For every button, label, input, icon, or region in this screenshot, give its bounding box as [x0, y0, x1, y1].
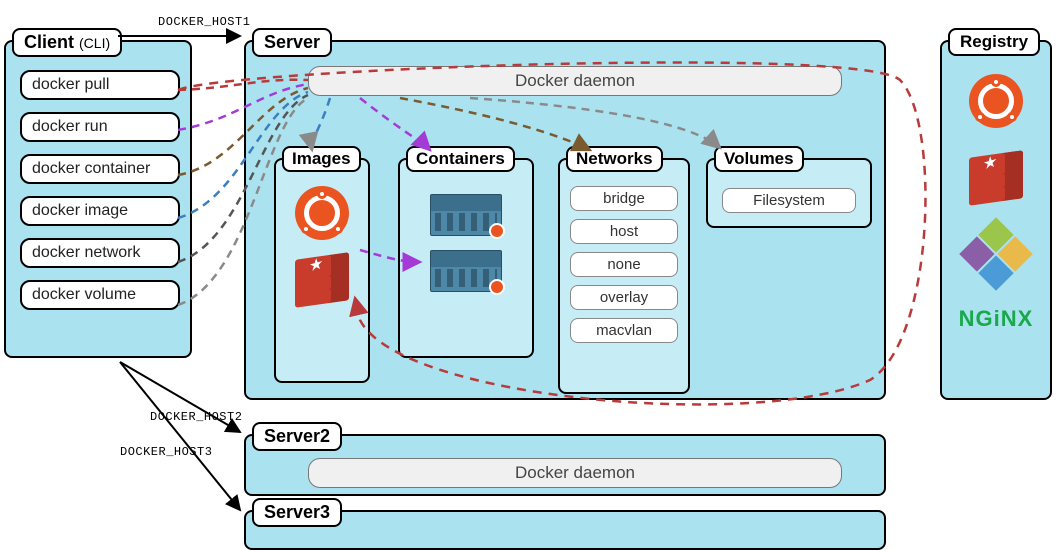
images-title: Images [282, 146, 361, 172]
docker-daemon-bar-2: Docker daemon [308, 458, 842, 488]
docker-daemon-bar: Docker daemon [308, 66, 842, 96]
containers-section: Containers [398, 158, 534, 358]
centos-icon [959, 217, 1033, 291]
redis-icon: ★ [969, 154, 1023, 202]
server2-box: Server2 Docker daemon [244, 434, 886, 496]
ubuntu-icon [969, 74, 1023, 128]
client-box: Client (CLI) docker pull docker run dock… [4, 40, 192, 358]
container-icon [430, 194, 502, 236]
docker-host2-label: DOCKER_HOST2 [150, 410, 242, 424]
registry-box: Registry ★ NGiNX [940, 40, 1052, 400]
networks-section: Networks bridge host none overlay macvla… [558, 158, 690, 394]
cmd-docker-run[interactable]: docker run [20, 112, 180, 142]
cmd-docker-pull[interactable]: docker pull [20, 70, 180, 100]
images-section: Images ★ [274, 158, 370, 383]
cmd-docker-image[interactable]: docker image [20, 196, 180, 226]
server-title: Server [252, 28, 332, 57]
network-macvlan: macvlan [570, 318, 678, 343]
server3-title: Server3 [252, 498, 342, 527]
cmd-docker-volume[interactable]: docker volume [20, 280, 180, 310]
redis-icon: ★ [295, 256, 349, 304]
volume-filesystem: Filesystem [722, 188, 856, 213]
cmd-docker-container[interactable]: docker container [20, 154, 180, 184]
server3-box: Server3 [244, 510, 886, 550]
network-none: none [570, 252, 678, 277]
server2-title: Server2 [252, 422, 342, 451]
network-bridge: bridge [570, 186, 678, 211]
networks-title: Networks [566, 146, 663, 172]
client-title: Client (CLI) [12, 28, 122, 57]
network-host: host [570, 219, 678, 244]
containers-title: Containers [406, 146, 515, 172]
docker-host3-label: DOCKER_HOST3 [120, 445, 212, 459]
registry-title: Registry [948, 28, 1040, 56]
ubuntu-icon [295, 186, 349, 240]
network-overlay: overlay [570, 285, 678, 310]
volumes-title: Volumes [714, 146, 804, 172]
docker-host1-label: DOCKER_HOST1 [158, 15, 250, 29]
nginx-icon: NGiNX [959, 306, 1034, 332]
volumes-section: Volumes Filesystem [706, 158, 872, 228]
container-icon [430, 250, 502, 292]
cmd-docker-network[interactable]: docker network [20, 238, 180, 268]
server-box: Server Docker daemon Images ★ Containers… [244, 40, 886, 400]
